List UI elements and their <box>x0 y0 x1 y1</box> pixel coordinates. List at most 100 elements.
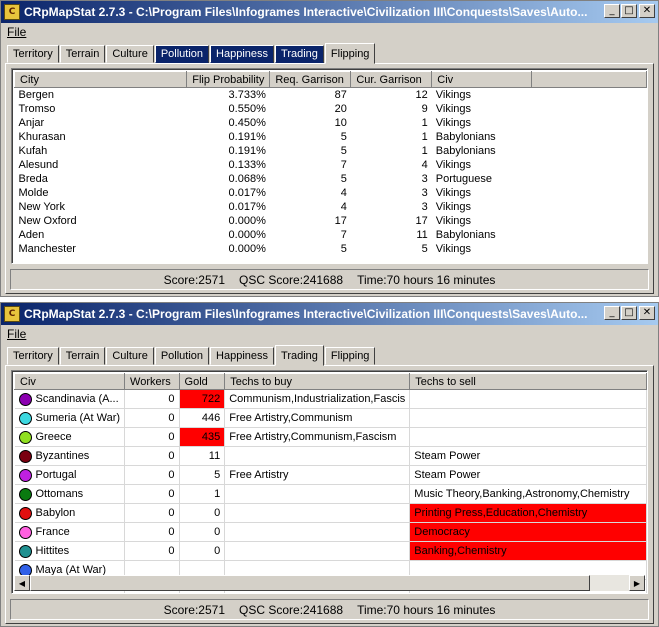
tab-pollution[interactable]: Pollution <box>154 347 210 365</box>
tab-territory[interactable]: Territory <box>7 347 59 365</box>
cell-city: Kufah <box>18 145 48 157</box>
table-row[interactable]: Portugal 0 5 Free Artistry Steam Power <box>14 465 647 485</box>
col-city[interactable]: City <box>13 71 188 88</box>
horizontal-scrollbar[interactable]: ◀ ▶ <box>14 575 645 591</box>
trading-list[interactable]: Civ Workers Gold Techs to buy Techs to s… <box>11 370 648 594</box>
close-button[interactable]: ✕ <box>639 4 655 18</box>
tab-trading[interactable]: Trading <box>275 345 324 366</box>
table-row[interactable]: Byzantines 0 11 Steam Power <box>14 446 647 466</box>
tab-terrain[interactable]: Terrain <box>59 45 106 63</box>
civ-color-icon <box>18 487 32 501</box>
cell-gold: 11 <box>179 446 226 466</box>
col-techs-to-buy[interactable]: Techs to buy <box>224 373 411 390</box>
cell-city: Khurasan <box>18 131 66 143</box>
table-row[interactable]: Khurasan 0.191% 5 1 Babylonians <box>15 130 647 144</box>
cell-city: Anjar <box>18 117 45 129</box>
tab-terrain[interactable]: Terrain <box>59 347 106 365</box>
col-cur-garrison[interactable]: Cur. Garrison <box>350 71 433 88</box>
cell-empty <box>531 144 646 158</box>
cell-city: Breda <box>18 173 48 185</box>
cell-techs-to-sell: Banking,Chemistry <box>409 541 647 561</box>
minimize-button[interactable]: _ <box>604 306 620 320</box>
maximize-button[interactable]: □ <box>621 4 637 18</box>
app-icon: C <box>4 4 20 20</box>
table-row[interactable]: Anjar 0.450% 10 1 Vikings <box>15 116 647 130</box>
scroll-thumb[interactable] <box>30 575 590 591</box>
cell-empty <box>531 200 646 214</box>
col-workers[interactable]: Workers <box>124 373 180 390</box>
status-bar: Score:2571 QSC Score:241688 Time:70 hour… <box>10 269 649 290</box>
cell-civ: Vikings <box>435 201 472 213</box>
menu-file[interactable]: File <box>7 25 26 39</box>
table-row[interactable]: Sumeria (At War) 0 446 Free Artistry,Commun… <box>14 408 647 428</box>
close-button[interactable]: ✕ <box>639 306 655 320</box>
maximize-button[interactable]: □ <box>621 306 637 320</box>
table-row[interactable]: New York 0.017% 4 3 Vikings <box>15 200 647 214</box>
table-row[interactable]: France 0 0 Democracy <box>14 522 647 542</box>
cell-req-garrison: 5 <box>340 131 347 143</box>
flipping-list[interactable]: City Flip Probability Req. Garrison Cur.… <box>11 68 648 264</box>
table-row[interactable]: New Oxford 0.000% 17 17 Vikings <box>15 214 647 228</box>
tab-territory[interactable]: Territory <box>7 45 59 63</box>
tab-panel: Civ Workers Gold Techs to buy Techs to s… <box>5 365 654 624</box>
col-gold[interactable]: Gold <box>178 373 226 390</box>
table-row[interactable]: Bergen 3.733% 87 12 Vikings <box>15 88 647 103</box>
tab-trading[interactable]: Trading <box>275 45 324 63</box>
table-row[interactable]: Greece 0 435 Free Artistry,Communism,Fascis… <box>14 427 647 447</box>
tab-happiness[interactable]: Happiness <box>210 45 275 63</box>
cell-workers: 0 <box>124 446 180 466</box>
table-row[interactable]: Molde 0.017% 4 3 Vikings <box>15 186 647 200</box>
cell-empty <box>531 228 646 242</box>
cell-civ: Hittites <box>14 541 126 561</box>
cell-gold: 722 <box>179 389 226 409</box>
cell-workers: 0 <box>124 465 180 485</box>
col-flip-probability[interactable]: Flip Probability <box>186 71 271 88</box>
cell-civ: Vikings <box>435 103 472 115</box>
title-bar[interactable]: C CRpMapStat 2.7.3 - C:\Program Files\In… <box>1 1 658 23</box>
table-row[interactable]: Hittites 0 0 Banking,Chemistry <box>14 541 647 561</box>
cell-flip-probability: 0.068% <box>228 173 266 185</box>
scroll-left-icon[interactable]: ◀ <box>14 575 30 591</box>
tab-happiness[interactable]: Happiness <box>210 347 275 365</box>
table-row[interactable]: Kufah 0.191% 5 1 Babylonians <box>15 144 647 158</box>
table-row[interactable]: Babylon 0 0 Printing Press,Education,Chemis… <box>14 503 647 523</box>
cell-empty <box>531 116 646 130</box>
table-row[interactable]: Scandinavia (A... 0 722 Communism,Industria… <box>14 389 647 409</box>
tab-culture[interactable]: Culture <box>106 45 154 63</box>
tab-flipping[interactable]: Flipping <box>324 347 376 365</box>
civ-color-icon <box>18 430 32 444</box>
col-civ[interactable]: Civ <box>13 373 126 390</box>
scroll-right-icon[interactable]: ▶ <box>629 575 645 591</box>
cell-flip-probability: 0.191% <box>228 145 266 157</box>
table-row[interactable]: Ottomans 0 1 Music Theory,Banking,Astronomy… <box>14 484 647 504</box>
title-bar[interactable]: C CRpMapStat 2.7.3 - C:\Program Files\In… <box>1 303 658 325</box>
menu-file[interactable]: File <box>7 327 26 341</box>
table-row[interactable]: Aden 0.000% 7 11 Babylonians <box>15 228 647 242</box>
status-time: Time:70 hours 16 minutes <box>357 272 496 287</box>
col-civ[interactable]: Civ <box>431 71 532 88</box>
cell-techs-to-buy: Free Artistry <box>224 465 411 485</box>
civ-name: Sumeria (At War) <box>35 412 121 424</box>
cell-techs-to-buy <box>224 522 411 542</box>
table-row[interactable]: Tromso 0.550% 20 9 Vikings <box>15 102 647 116</box>
cell-techs-to-buy: Communism,Industrialization,Fascis <box>224 389 411 409</box>
col-empty <box>530 71 647 88</box>
cell-civ: Portugal <box>14 465 126 485</box>
trading-table: Civ Workers Gold Techs to buy Techs to s… <box>13 373 647 593</box>
window-title: CRpMapStat 2.7.3 - C:\Program Files\Info… <box>24 307 588 321</box>
cell-cur-garrison: 1 <box>421 117 428 129</box>
cell-city: Molde <box>18 187 49 199</box>
tab-pollution[interactable]: Pollution <box>154 45 210 63</box>
col-req-garrison[interactable]: Req. Garrison <box>269 71 352 88</box>
tab-culture[interactable]: Culture <box>106 347 154 365</box>
table-row[interactable]: Breda 0.068% 5 3 Portuguese <box>15 172 647 186</box>
status-score: Score:2571 <box>163 272 226 287</box>
minimize-button[interactable]: _ <box>604 4 620 18</box>
tab-flipping[interactable]: Flipping <box>324 43 376 64</box>
cell-empty <box>531 158 646 172</box>
table-row[interactable]: Manchester 0.000% 5 5 Vikings <box>15 242 647 256</box>
cell-cur-garrison: 1 <box>421 131 428 143</box>
civ-color-icon <box>18 525 32 539</box>
table-row[interactable]: Alesund 0.133% 7 4 Vikings <box>15 158 647 172</box>
col-techs-to-sell[interactable]: Techs to sell <box>409 373 647 390</box>
